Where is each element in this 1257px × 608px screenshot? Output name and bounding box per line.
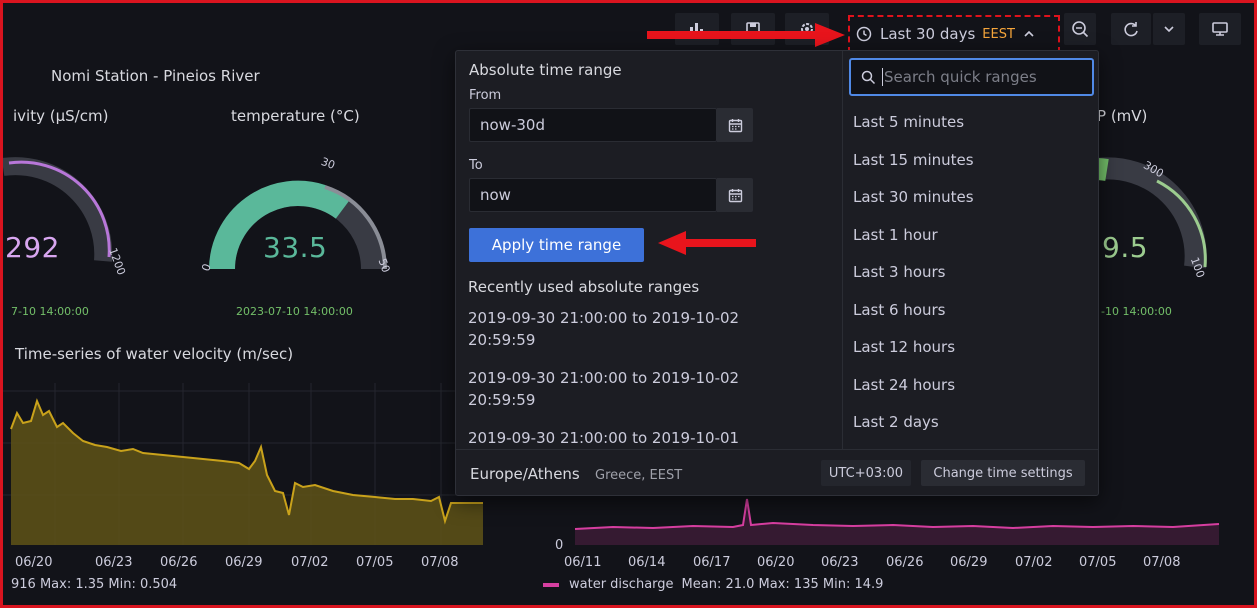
absolute-range-section: Absolute time range From now-30d To now … bbox=[456, 51, 842, 449]
timezone-badge: EEST bbox=[982, 26, 1015, 42]
recent-range-item[interactable]: 2019-09-30 21:00:00 to 2019-10-01 bbox=[468, 427, 768, 447]
chevron-up-icon bbox=[1024, 30, 1034, 37]
refresh-icon bbox=[1124, 22, 1138, 37]
discharge-x-tick: 06/11 bbox=[564, 555, 602, 570]
quick-range-item[interactable]: Last 24 hours bbox=[853, 376, 955, 394]
gauge-value-orp: 9.5 bbox=[1102, 231, 1149, 264]
zoom-out-button[interactable] bbox=[1064, 13, 1096, 45]
gauge-title-conductivity: ivity (μS/cm) bbox=[13, 107, 109, 125]
calendar-icon bbox=[728, 188, 742, 202]
discharge-x-tick: 07/05 bbox=[1079, 555, 1117, 570]
quick-range-item[interactable]: Last 15 minutes bbox=[853, 151, 974, 169]
velocity-x-tick: 06/29 bbox=[225, 555, 263, 570]
gauge-timestamp-conductivity: 7-10 14:00:00 bbox=[11, 305, 89, 318]
legend-color-swatch bbox=[543, 582, 559, 587]
discharge-legend-name[interactable]: water discharge bbox=[569, 577, 674, 592]
time-picker-dropdown: Absolute time range From now-30d To now … bbox=[455, 50, 1099, 496]
to-label: To bbox=[469, 158, 483, 173]
velocity-chart bbox=[3, 383, 483, 545]
calendar-icon bbox=[728, 118, 742, 132]
to-input[interactable]: now bbox=[469, 178, 717, 212]
gauge-title-orp: P (mV) bbox=[1097, 107, 1148, 125]
red-arrow-icon bbox=[658, 231, 756, 255]
from-label: From bbox=[469, 88, 502, 103]
from-calendar-button[interactable] bbox=[717, 108, 753, 142]
velocity-legend: 916 Max: 1.35 Min: 0.504 bbox=[11, 577, 178, 592]
tv-mode-button[interactable] bbox=[1199, 13, 1241, 45]
search-icon bbox=[861, 70, 876, 84]
gauge-value-temperature: 33.5 bbox=[263, 231, 328, 264]
gauge-timestamp-orp: -10 14:00:00 bbox=[1101, 305, 1172, 318]
quick-ranges-section: Search quick ranges Last 5 minutes Last … bbox=[842, 51, 1099, 449]
discharge-x-tick: 06/17 bbox=[693, 555, 731, 570]
quick-range-item[interactable]: Last 3 hours bbox=[853, 263, 946, 281]
gauge-timestamp-temperature: 2023-07-10 14:00:00 bbox=[236, 305, 353, 318]
app-frame: Last 30 days EEST Nomi Station - Pineios… bbox=[0, 0, 1257, 608]
discharge-x-tick: 06/14 bbox=[628, 555, 666, 570]
discharge-x-tick: 06/23 bbox=[821, 555, 859, 570]
chevron-down-icon bbox=[1164, 26, 1174, 33]
discharge-x-tick: 07/08 bbox=[1143, 555, 1181, 570]
refresh-button[interactable] bbox=[1111, 13, 1151, 45]
discharge-x-tick: 06/26 bbox=[886, 555, 924, 570]
velocity-x-tick: 06/23 bbox=[95, 555, 133, 570]
discharge-x-tick: 07/02 bbox=[1015, 555, 1053, 570]
quick-range-item[interactable]: Last 1 hour bbox=[853, 226, 938, 244]
quick-range-item[interactable]: Last 6 hours bbox=[853, 301, 946, 319]
velocity-x-tick: 06/26 bbox=[160, 555, 198, 570]
station-title: Nomi Station - Pineios River bbox=[51, 67, 260, 85]
quick-range-item[interactable]: Last 30 minutes bbox=[853, 188, 974, 206]
absolute-range-title: Absolute time range bbox=[469, 61, 622, 79]
timezone-detail: Greece, EEST bbox=[595, 468, 683, 483]
velocity-x-tick: 07/08 bbox=[421, 555, 459, 570]
velocity-x-tick: 07/05 bbox=[356, 555, 394, 570]
search-placeholder: Search quick ranges bbox=[882, 68, 1037, 86]
gauge-value-conductivity: 292 bbox=[5, 231, 60, 264]
to-calendar-button[interactable] bbox=[717, 178, 753, 212]
discharge-y-zero: 0 bbox=[555, 538, 564, 553]
refresh-interval-dropdown[interactable] bbox=[1153, 13, 1185, 45]
discharge-x-tick: 06/29 bbox=[950, 555, 988, 570]
velocity-x-tick: 07/02 bbox=[291, 555, 329, 570]
from-input[interactable]: now-30d bbox=[469, 108, 717, 142]
time-range-picker-button[interactable]: Last 30 days EEST bbox=[848, 15, 1060, 53]
tv-mode-icon bbox=[1212, 22, 1228, 36]
apply-time-range-button[interactable]: Apply time range bbox=[469, 228, 644, 262]
quick-range-item[interactable]: Last 2 days bbox=[853, 413, 939, 431]
discharge-legend-stats: Mean: 21.0 Max: 135 Min: 14.9 bbox=[681, 577, 884, 592]
time-range-label: Last 30 days bbox=[880, 25, 976, 43]
recent-ranges-title: Recently used absolute ranges bbox=[468, 278, 700, 296]
to-input-value: now bbox=[480, 186, 511, 204]
quick-range-item[interactable]: Last 12 hours bbox=[853, 338, 955, 356]
discharge-chart bbox=[574, 498, 1220, 545]
velocity-x-tick: 06/20 bbox=[15, 555, 53, 570]
gauge-title-temperature: temperature (°C) bbox=[231, 107, 360, 125]
change-time-settings-button[interactable]: Change time settings bbox=[921, 460, 1085, 486]
quick-range-search-input[interactable]: Search quick ranges bbox=[849, 58, 1094, 96]
clock-icon bbox=[856, 26, 872, 42]
quick-range-item[interactable]: Last 5 minutes bbox=[853, 113, 964, 131]
zoom-out-icon bbox=[1072, 21, 1089, 38]
recent-range-item[interactable]: 2019-09-30 21:00:00 to 2019-10-02 20:59:… bbox=[468, 367, 768, 411]
red-arrow-icon bbox=[647, 23, 845, 47]
discharge-x-tick: 06/20 bbox=[757, 555, 795, 570]
from-input-value: now-30d bbox=[480, 116, 545, 134]
discharge-legend: water discharge Mean: 21.0 Max: 135 Min:… bbox=[543, 577, 883, 592]
picker-footer: Europe/Athens Greece, EEST UTC+03:00 Cha… bbox=[456, 449, 1098, 496]
recent-range-item[interactable]: 2019-09-30 21:00:00 to 2019-10-02 20:59:… bbox=[468, 307, 768, 351]
velocity-panel-title: Time-series of water velocity (m/sec) bbox=[15, 345, 294, 363]
timezone-name: Europe/Athens bbox=[470, 465, 580, 483]
utc-offset-badge: UTC+03:00 bbox=[821, 460, 911, 486]
